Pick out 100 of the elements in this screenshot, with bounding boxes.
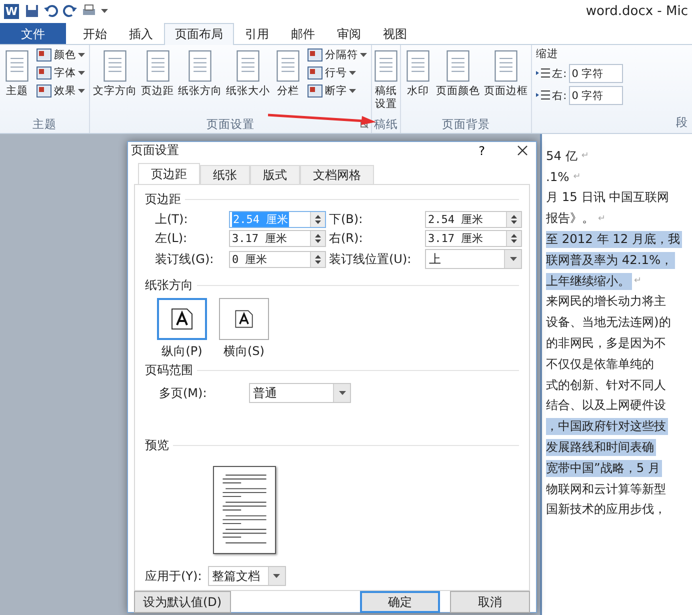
section-heading: 页边距: [145, 191, 181, 208]
caret-icon: [360, 53, 367, 57]
document-text: 国新技术的应用步伐，: [546, 501, 667, 518]
paragraph-mark: ↵: [581, 151, 589, 162]
document-icon: [404, 49, 432, 83]
redo-icon[interactable]: [63, 4, 77, 18]
spin-arrows-icon: [315, 215, 321, 224]
ribbon-tab[interactable]: 视图: [372, 23, 418, 44]
document-icon: [274, 49, 302, 83]
gutter-position-dropdown[interactable]: 上: [425, 249, 522, 269]
paragraph-mark: ↵: [598, 214, 606, 224]
document-text: 宽带中国”战略，5 月: [546, 460, 662, 477]
document-icon: [492, 49, 520, 83]
field-label: 应用于(Y):: [145, 568, 202, 584]
caret-icon: [338, 391, 346, 395]
ribbon-button[interactable]: 断字: [305, 83, 369, 99]
dialog-tab[interactable]: 纸张: [200, 165, 250, 184]
group-label: 页面背景: [442, 117, 490, 131]
section-heading: 预览: [145, 437, 169, 454]
document-text: 来网民的增长动力将主: [546, 293, 667, 310]
ribbon-button[interactable]: 页面颜色: [435, 47, 482, 100]
ribbon-button[interactable]: 页边距: [140, 47, 175, 100]
ribbon-tab[interactable]: 插入: [118, 23, 164, 44]
group-label: 主题: [32, 117, 56, 131]
field-label: 右(R):: [329, 230, 364, 247]
document-icon: [101, 49, 129, 83]
square-icon: [36, 84, 52, 98]
field-label: 装订线位置(U):: [329, 250, 412, 268]
spin-field[interactable]: 3.17 厘米: [425, 230, 522, 247]
spin-field[interactable]: 0 厘米: [229, 250, 326, 268]
dialog-button[interactable]: 确定: [360, 591, 440, 613]
dialog-button[interactable]: 取消: [450, 591, 530, 613]
ribbon-tab[interactable]: 开始: [72, 23, 118, 44]
document-text: 至 2012 年 12 月底，我: [546, 231, 682, 248]
indent-icon: [536, 90, 550, 102]
ribbon-button[interactable]: 颜色: [34, 47, 87, 63]
document-text: 式的创新、针对不同人: [546, 376, 667, 394]
ribbon-tab[interactable]: 引用: [234, 23, 280, 44]
ribbon-tab[interactable]: 邮件: [280, 23, 326, 44]
document-text: 发展路线和时间表确: [546, 439, 656, 456]
undo-icon[interactable]: [44, 4, 58, 18]
document-icon: [234, 49, 262, 83]
ribbon-button[interactable]: 纸张方向: [177, 47, 223, 100]
help-button[interactable]: ?: [472, 142, 491, 158]
dialog-title: 页面设置: [131, 142, 179, 159]
field-label: 上(T):: [155, 211, 189, 228]
dialog-button[interactable]: 设为默认值(D): [134, 591, 231, 613]
field-label: 装订线(G):: [155, 250, 215, 268]
spin-arrows-icon: [511, 234, 517, 243]
document-icon: [444, 49, 472, 83]
close-button[interactable]: [515, 143, 530, 158]
section-heading: 纸张方向: [145, 277, 193, 294]
caret-icon: [349, 89, 356, 93]
multiple-pages-dropdown[interactable]: 普通: [249, 383, 351, 403]
orientation-option[interactable]: 纵向(P): [157, 298, 207, 360]
document-text: 物联网和云计算等新型: [546, 480, 667, 498]
indent-field[interactable]: 0 字符: [568, 64, 623, 83]
apply-to-dropdown[interactable]: 整篇文档: [208, 566, 286, 586]
document-text: 设备、当地无法连网)的: [546, 314, 672, 332]
dialog-tab[interactable]: 版式: [250, 165, 300, 184]
spin-arrows-icon: [315, 234, 321, 243]
ribbon-tab[interactable]: 页面布局: [164, 23, 234, 45]
spin-field[interactable]: 3.17 厘米: [229, 230, 326, 247]
ribbon-button[interactable]: 分栏: [273, 47, 303, 100]
ribbon-button[interactable]: 纸张大小: [225, 47, 271, 100]
spin-arrows-icon: [315, 254, 321, 264]
ribbon-button[interactable]: 分隔符: [305, 47, 369, 63]
square-icon: [307, 48, 323, 62]
document-icon: [186, 49, 214, 83]
save-icon[interactable]: [25, 4, 39, 18]
orientation-option[interactable]: 横向(S): [219, 298, 269, 360]
ribbon-button[interactable]: 行号: [305, 65, 369, 81]
ribbon-button[interactable]: 效果: [34, 83, 87, 99]
dialog-launcher-icon[interactable]: [360, 120, 369, 129]
caret-icon: [78, 53, 85, 57]
ribbon-button[interactable]: 页面边框: [483, 47, 530, 100]
printer-icon[interactable]: [82, 4, 96, 18]
document-text: .1%: [546, 170, 570, 184]
letter-a-page-icon: [170, 307, 194, 331]
section-heading: 页码范围: [145, 362, 193, 379]
ribbon-tab[interactable]: 文件: [0, 23, 66, 44]
document-text: 月 15 日讯 中国互联网: [546, 189, 670, 206]
ribbon-tab[interactable]: 审阅: [326, 23, 372, 44]
close-icon: [517, 145, 528, 156]
ribbon-button[interactable]: 稿纸设置: [374, 47, 398, 114]
spin-field[interactable]: 2.54 厘米: [425, 211, 522, 228]
document-icon: [3, 49, 31, 83]
document-text: 的非网民，多是因为不: [546, 335, 667, 352]
dialog-tab[interactable]: 页边距: [138, 163, 200, 184]
ribbon-button[interactable]: 主题: [2, 47, 32, 100]
caret-icon: [78, 89, 85, 93]
indent-field[interactable]: 0 字符: [568, 86, 623, 105]
dialog-tab[interactable]: 文档网格: [300, 165, 374, 184]
ribbon-button[interactable]: 文字方向: [92, 47, 138, 100]
ribbon-button[interactable]: 字体: [34, 65, 87, 81]
ribbon-button[interactable]: 水印: [403, 47, 434, 100]
app-logo: W: [4, 4, 19, 18]
caret-icon: [349, 71, 356, 75]
window-title: word.docx - Mic: [586, 4, 688, 18]
caret-icon: [510, 257, 516, 261]
